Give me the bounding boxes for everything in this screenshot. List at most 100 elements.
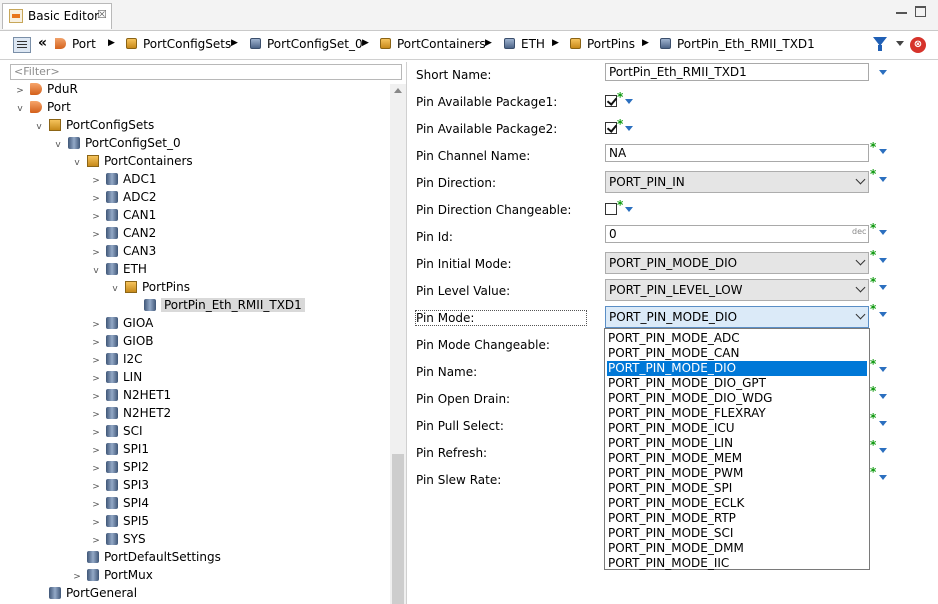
- tree-row[interactable]: v ETH: [90, 260, 147, 278]
- pin-channel-name-input[interactable]: NA: [605, 144, 869, 162]
- pin-mode-option[interactable]: PORT_PIN_MODE_SPI: [607, 481, 867, 496]
- pin-mode-option[interactable]: PORT_PIN_MODE_DIO_WDG: [607, 391, 867, 406]
- chevron-down-icon[interactable]: [879, 177, 887, 182]
- tree-row[interactable]: > PduR: [14, 80, 78, 98]
- chevron-down-icon[interactable]: v: [90, 262, 102, 280]
- pin-level-value-select[interactable]: PORT_PIN_LEVEL_LOW: [605, 279, 869, 301]
- pin-available-package2-checkbox[interactable]: [605, 122, 617, 134]
- tree-toggle-icon[interactable]: [13, 37, 31, 53]
- tree-filter-input[interactable]: <Filter>: [10, 64, 402, 80]
- pin-mode-option-highlighted[interactable]: PORT_PIN_MODE_DIO: [607, 361, 867, 376]
- chevron-down-icon[interactable]: v: [52, 136, 64, 154]
- tree-row[interactable]: > SYS: [90, 530, 145, 548]
- pin-available-package1-checkbox[interactable]: [605, 95, 617, 107]
- chevron-down-icon[interactable]: [879, 475, 887, 480]
- pin-direction-changeable-checkbox[interactable]: [605, 203, 617, 215]
- tree-row[interactable]: > SPI2: [90, 458, 149, 476]
- tree-row[interactable]: > SPI1: [90, 440, 149, 458]
- tree-row[interactable]: > ADC2: [90, 188, 156, 206]
- chevron-down-icon[interactable]: [879, 149, 887, 154]
- chevron-down-icon[interactable]: v: [33, 118, 45, 136]
- tab-basic-editor[interactable]: Basic Editor ☒: [2, 3, 112, 29]
- pin-mode-option[interactable]: PORT_PIN_MODE_DMM: [607, 541, 867, 556]
- required-marker: *: [870, 411, 877, 425]
- required-marker: *: [617, 117, 624, 131]
- breadcrumb-item-eth[interactable]: ETH: [504, 37, 545, 51]
- short-name-input[interactable]: PortPin_Eth_RMII_TXD1: [605, 63, 869, 81]
- tree-row[interactable]: v PortContainers: [71, 152, 192, 172]
- pin-mode-option[interactable]: PORT_PIN_MODE_SCI: [607, 526, 867, 541]
- tree-row[interactable]: > SPI4: [90, 494, 149, 512]
- tree-row[interactable]: > ADC1: [90, 170, 156, 188]
- tree-row[interactable]: > SCI: [90, 422, 142, 440]
- tree-row[interactable]: v PortConfigSet_0: [52, 134, 180, 154]
- chevron-down-icon[interactable]: [879, 70, 887, 75]
- tree-row[interactable]: > CAN3: [90, 242, 156, 260]
- chevron-down-icon[interactable]: [879, 230, 887, 235]
- chevron-down-icon[interactable]: [625, 207, 633, 212]
- pin-mode-option[interactable]: PORT_PIN_MODE_FLEXRAY: [607, 406, 867, 421]
- stop-icon[interactable]: ⊗: [910, 37, 926, 53]
- chevron-down-icon[interactable]: [879, 258, 887, 263]
- pin-mode-option[interactable]: PORT_PIN_MODE_ADC: [607, 331, 867, 346]
- pin-mode-option[interactable]: PORT_PIN_MODE_LIN: [607, 436, 867, 451]
- chevron-down-icon[interactable]: [879, 367, 887, 372]
- pin-initial-mode-select[interactable]: PORT_PIN_MODE_DIO: [605, 252, 869, 274]
- chevron-down-icon[interactable]: [625, 99, 633, 104]
- chevron-down-icon[interactable]: [879, 312, 887, 317]
- pin-mode-option[interactable]: PORT_PIN_MODE_IIC: [607, 556, 867, 571]
- minimize-icon[interactable]: [896, 6, 907, 14]
- scrollbar-thumb[interactable]: [392, 454, 404, 604]
- chevron-down-icon[interactable]: v: [14, 100, 26, 118]
- breadcrumb-item-portcontainers[interactable]: PortContainers: [380, 37, 486, 51]
- chevron-down-icon[interactable]: [879, 421, 887, 426]
- tree-row[interactable]: > CAN1: [90, 206, 156, 224]
- tree-row-selected[interactable]: PortPin_Eth_RMII_TXD1: [128, 296, 305, 314]
- pin-mode-select[interactable]: PORT_PIN_MODE_DIO: [605, 306, 869, 328]
- tree-row[interactable]: > SPI5: [90, 512, 149, 530]
- tree-row[interactable]: v PortConfigSets: [33, 116, 154, 134]
- chevron-down-icon[interactable]: [879, 285, 887, 290]
- breadcrumb-item-portconfigset0[interactable]: PortConfigSet_0: [250, 37, 363, 51]
- scroll-up-icon[interactable]: [394, 88, 402, 93]
- tab-close-icon[interactable]: ☒: [97, 8, 107, 21]
- tree-row[interactable]: > CAN2: [90, 224, 156, 242]
- breadcrumb-item-portpins[interactable]: PortPins: [570, 37, 635, 51]
- breadcrumb-item-portconfigsets[interactable]: PortConfigSets: [126, 37, 231, 51]
- breadcrumb-item-portpin[interactable]: PortPin_Eth_RMII_TXD1: [660, 37, 815, 51]
- pin-mode-option[interactable]: PORT_PIN_MODE_ICU: [607, 421, 867, 436]
- pin-mode-dropdown-list[interactable]: PORT_PIN_MODE_ADC PORT_PIN_MODE_CAN PORT…: [604, 328, 870, 570]
- chevron-down-icon[interactable]: v: [71, 154, 83, 172]
- tree-row[interactable]: PortGeneral: [33, 584, 137, 602]
- pin-mode-option[interactable]: PORT_PIN_MODE_MEM: [607, 451, 867, 466]
- breadcrumb-item-port[interactable]: Port: [55, 37, 96, 51]
- required-marker: *: [870, 248, 877, 262]
- pin-mode-option[interactable]: PORT_PIN_MODE_CAN: [607, 346, 867, 361]
- tree-row[interactable]: > N2HET1: [90, 386, 171, 404]
- pin-mode-option[interactable]: PORT_PIN_MODE_PWM: [607, 466, 867, 481]
- tree-row[interactable]: v Port: [14, 98, 70, 118]
- tree-row[interactable]: > SPI3: [90, 476, 149, 494]
- tree-row[interactable]: > GIOA: [90, 314, 153, 332]
- tree-row[interactable]: > LIN: [90, 368, 142, 386]
- tree-row[interactable]: > GIOB: [90, 332, 153, 350]
- tree-row[interactable]: > PortMux: [71, 566, 153, 584]
- breadcrumb-back-icon[interactable]: «: [38, 35, 47, 51]
- pin-id-input[interactable]: 0: [605, 225, 869, 243]
- tree-row[interactable]: PortDefaultSettings: [71, 548, 221, 566]
- pin-mode-option[interactable]: PORT_PIN_MODE_ECLK: [607, 496, 867, 511]
- pin-mode-option[interactable]: PORT_PIN_MODE_DIO_GPT: [607, 376, 867, 391]
- chevron-down-icon[interactable]: [879, 448, 887, 453]
- pin-mode-option[interactable]: PORT_PIN_MODE_RTP: [607, 511, 867, 526]
- chevron-down-icon[interactable]: v: [109, 280, 121, 298]
- tree-scrollbar[interactable]: [390, 84, 406, 604]
- maximize-icon[interactable]: [915, 6, 926, 17]
- chevron-down-icon[interactable]: [625, 126, 633, 131]
- filter-icon[interactable]: [873, 37, 887, 51]
- tree-row[interactable]: v PortPins: [109, 278, 190, 296]
- view-menu-chevron-down-icon[interactable]: [896, 41, 904, 46]
- chevron-down-icon[interactable]: [879, 394, 887, 399]
- tree-row[interactable]: > I2C: [90, 350, 142, 368]
- tree-row[interactable]: > N2HET2: [90, 404, 171, 422]
- pin-direction-select[interactable]: PORT_PIN_IN: [605, 171, 869, 193]
